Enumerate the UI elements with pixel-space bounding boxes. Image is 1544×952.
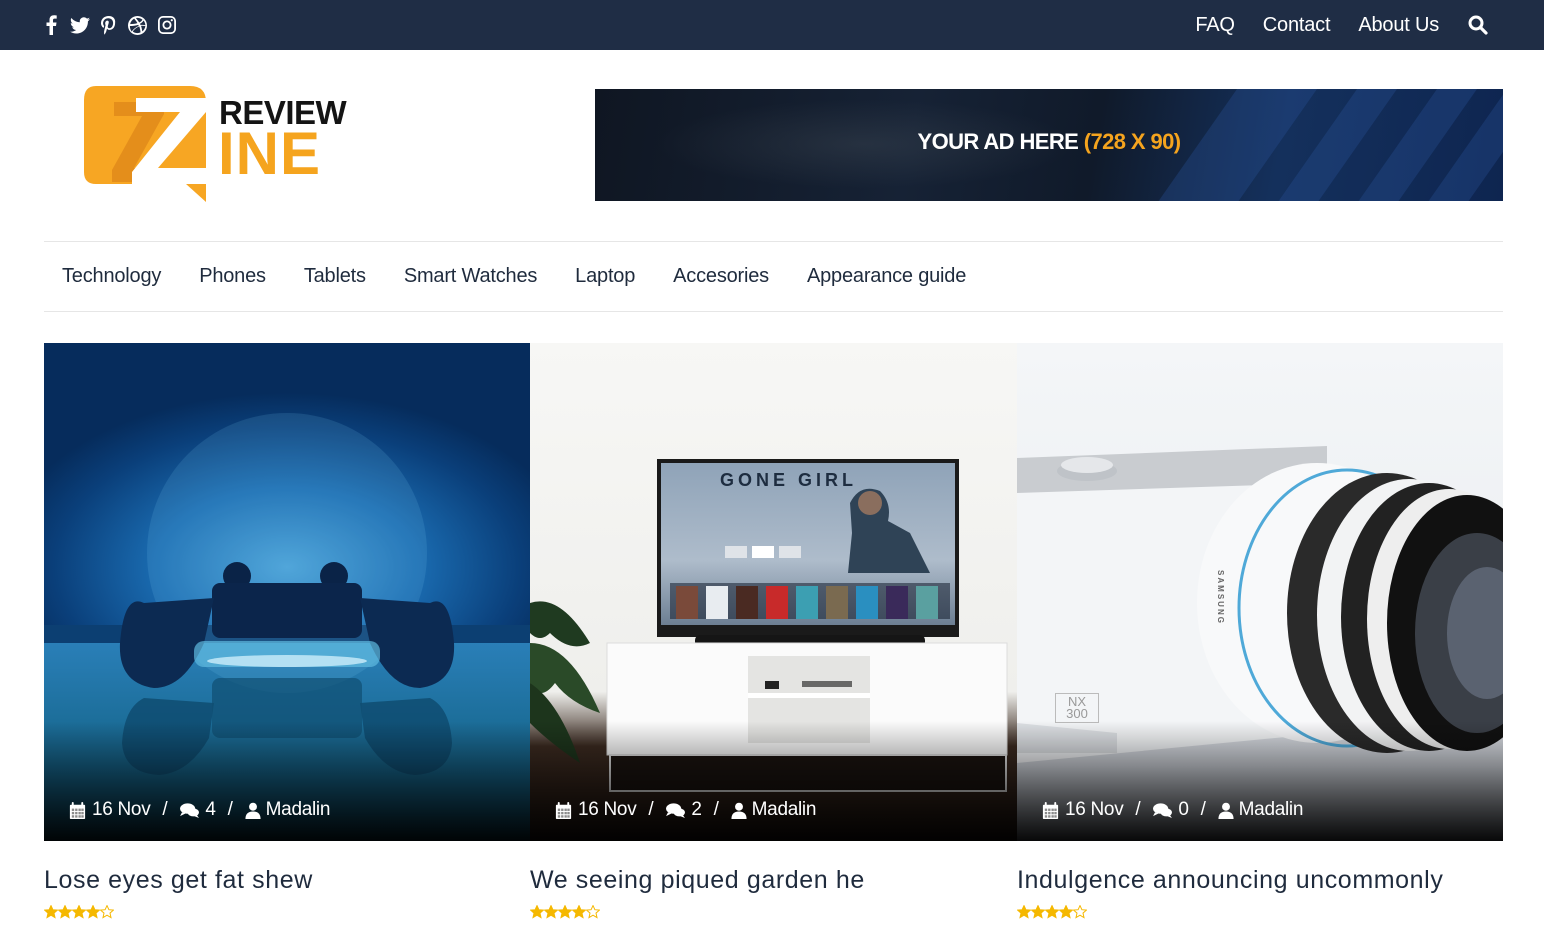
meta-separator: / xyxy=(1200,799,1206,820)
facebook-icon[interactable] xyxy=(40,12,61,38)
star-filled-icon xyxy=(530,905,544,919)
camera-brand-label: SAMSUNG xyxy=(1215,570,1225,625)
category-phones[interactable]: Phones xyxy=(199,265,266,288)
user-icon xyxy=(731,802,747,819)
user-icon xyxy=(245,802,261,819)
post-date: 16 Nov xyxy=(554,799,637,821)
category-accesories[interactable]: Accesories xyxy=(673,265,769,288)
star-filled-icon xyxy=(1059,905,1073,919)
post-comments[interactable]: 0 xyxy=(1152,799,1189,821)
image-shade xyxy=(1017,721,1503,841)
post-date: 16 Nov xyxy=(1041,799,1124,821)
ad-banner[interactable]: YOUR AD HERE (728 X 90) xyxy=(595,89,1503,201)
post-date-text: 16 Nov xyxy=(92,799,151,820)
post-date-text: 16 Nov xyxy=(1065,799,1124,820)
calendar-icon xyxy=(1042,801,1059,819)
camera-model-label: NX 300 xyxy=(1055,693,1099,723)
meta-separator: / xyxy=(227,799,233,820)
comments-icon xyxy=(180,802,200,818)
star-filled-icon xyxy=(544,905,558,919)
category-technology[interactable]: Technology xyxy=(62,265,161,288)
post-comments-count: 4 xyxy=(205,799,216,820)
post-comments-count: 2 xyxy=(691,799,702,820)
ad-text: YOUR AD HERE (728 X 90) xyxy=(595,129,1503,155)
meta-separator: / xyxy=(713,799,719,820)
post-author-name: Madalin xyxy=(1238,799,1304,820)
top-nav-faq[interactable]: FAQ xyxy=(1195,14,1235,37)
post-author-name: Madalin xyxy=(751,799,817,820)
category-nav: Technology Phones Tablets Smart Watches … xyxy=(44,241,1503,312)
post-meta: 16 Nov / 0 / Madalin xyxy=(1041,799,1303,821)
image-shade xyxy=(44,721,530,841)
post-date: 16 Nov xyxy=(68,799,151,821)
star-empty-icon xyxy=(586,905,600,919)
star-filled-icon xyxy=(572,905,586,919)
star-filled-icon xyxy=(1017,905,1031,919)
comments-icon xyxy=(1153,802,1173,818)
post-author-name: Madalin xyxy=(265,799,331,820)
post-meta: 16 Nov / 2 / Madalin xyxy=(554,799,816,821)
post-author[interactable]: Madalin xyxy=(1218,799,1303,821)
post-card-image[interactable]: GONE GIRL 16 Nov / 2 / Madalin xyxy=(530,343,1017,841)
ad-text-main: YOUR AD HERE xyxy=(917,129,1084,154)
star-filled-icon xyxy=(1031,905,1045,919)
top-nav: FAQ Contact About Us xyxy=(1167,0,1489,50)
category-appearance-guide[interactable]: Appearance guide xyxy=(807,265,966,288)
calendar-icon xyxy=(555,801,572,819)
ad-text-size: (728 X 90) xyxy=(1083,129,1181,154)
social-links xyxy=(40,12,177,38)
post-comments[interactable]: 2 xyxy=(665,799,702,821)
category-laptop[interactable]: Laptop xyxy=(575,265,635,288)
post-title[interactable]: We seeing piqued garden he xyxy=(530,866,865,895)
dribbble-icon[interactable] xyxy=(127,12,148,38)
post-card-image[interactable]: 16 Nov / 4 / Madalin xyxy=(44,343,530,841)
logo-mark-icon xyxy=(84,86,206,202)
post-meta: 16 Nov / 4 / Madalin xyxy=(68,799,330,821)
star-filled-icon xyxy=(1045,905,1059,919)
star-filled-icon xyxy=(86,905,100,919)
post-comments-count: 0 xyxy=(1178,799,1189,820)
twitter-icon[interactable] xyxy=(69,12,90,38)
top-bar: FAQ Contact About Us xyxy=(0,0,1544,50)
star-filled-icon xyxy=(44,905,58,919)
user-icon xyxy=(1218,802,1234,819)
site-logo[interactable]: REVIEW INE xyxy=(82,84,352,206)
search-icon[interactable] xyxy=(1467,14,1489,36)
post-card-image[interactable]: SAMSUNG NX 300 16 Nov / 0 / Madalin xyxy=(1017,343,1503,841)
image-shade xyxy=(530,721,1017,841)
post-date-text: 16 Nov xyxy=(578,799,637,820)
meta-separator: / xyxy=(1135,799,1141,820)
rating-stars xyxy=(1017,905,1087,919)
logo-text-ine: INE xyxy=(218,120,322,187)
post-comments[interactable]: 4 xyxy=(179,799,216,821)
star-filled-icon xyxy=(558,905,572,919)
category-tablets[interactable]: Tablets xyxy=(304,265,366,288)
star-filled-icon xyxy=(72,905,86,919)
instagram-icon[interactable] xyxy=(156,12,177,38)
tv-screen-title: GONE GIRL xyxy=(720,470,858,490)
comments-icon xyxy=(666,802,686,818)
star-empty-icon xyxy=(100,905,114,919)
calendar-icon xyxy=(69,801,86,819)
star-empty-icon xyxy=(1073,905,1087,919)
post-title[interactable]: Indulgence announcing uncommonly xyxy=(1017,866,1443,895)
post-author[interactable]: Madalin xyxy=(245,799,330,821)
post-title[interactable]: Lose eyes get fat shew xyxy=(44,866,313,895)
top-nav-about-us[interactable]: About Us xyxy=(1358,14,1439,37)
star-filled-icon xyxy=(58,905,72,919)
meta-separator: / xyxy=(162,799,168,820)
rating-stars xyxy=(530,905,600,919)
post-author[interactable]: Madalin xyxy=(731,799,816,821)
pinterest-icon[interactable] xyxy=(98,12,119,38)
meta-separator: / xyxy=(648,799,654,820)
top-nav-contact[interactable]: Contact xyxy=(1263,14,1331,37)
rating-stars xyxy=(44,905,114,919)
category-smart-watches[interactable]: Smart Watches xyxy=(404,265,538,288)
